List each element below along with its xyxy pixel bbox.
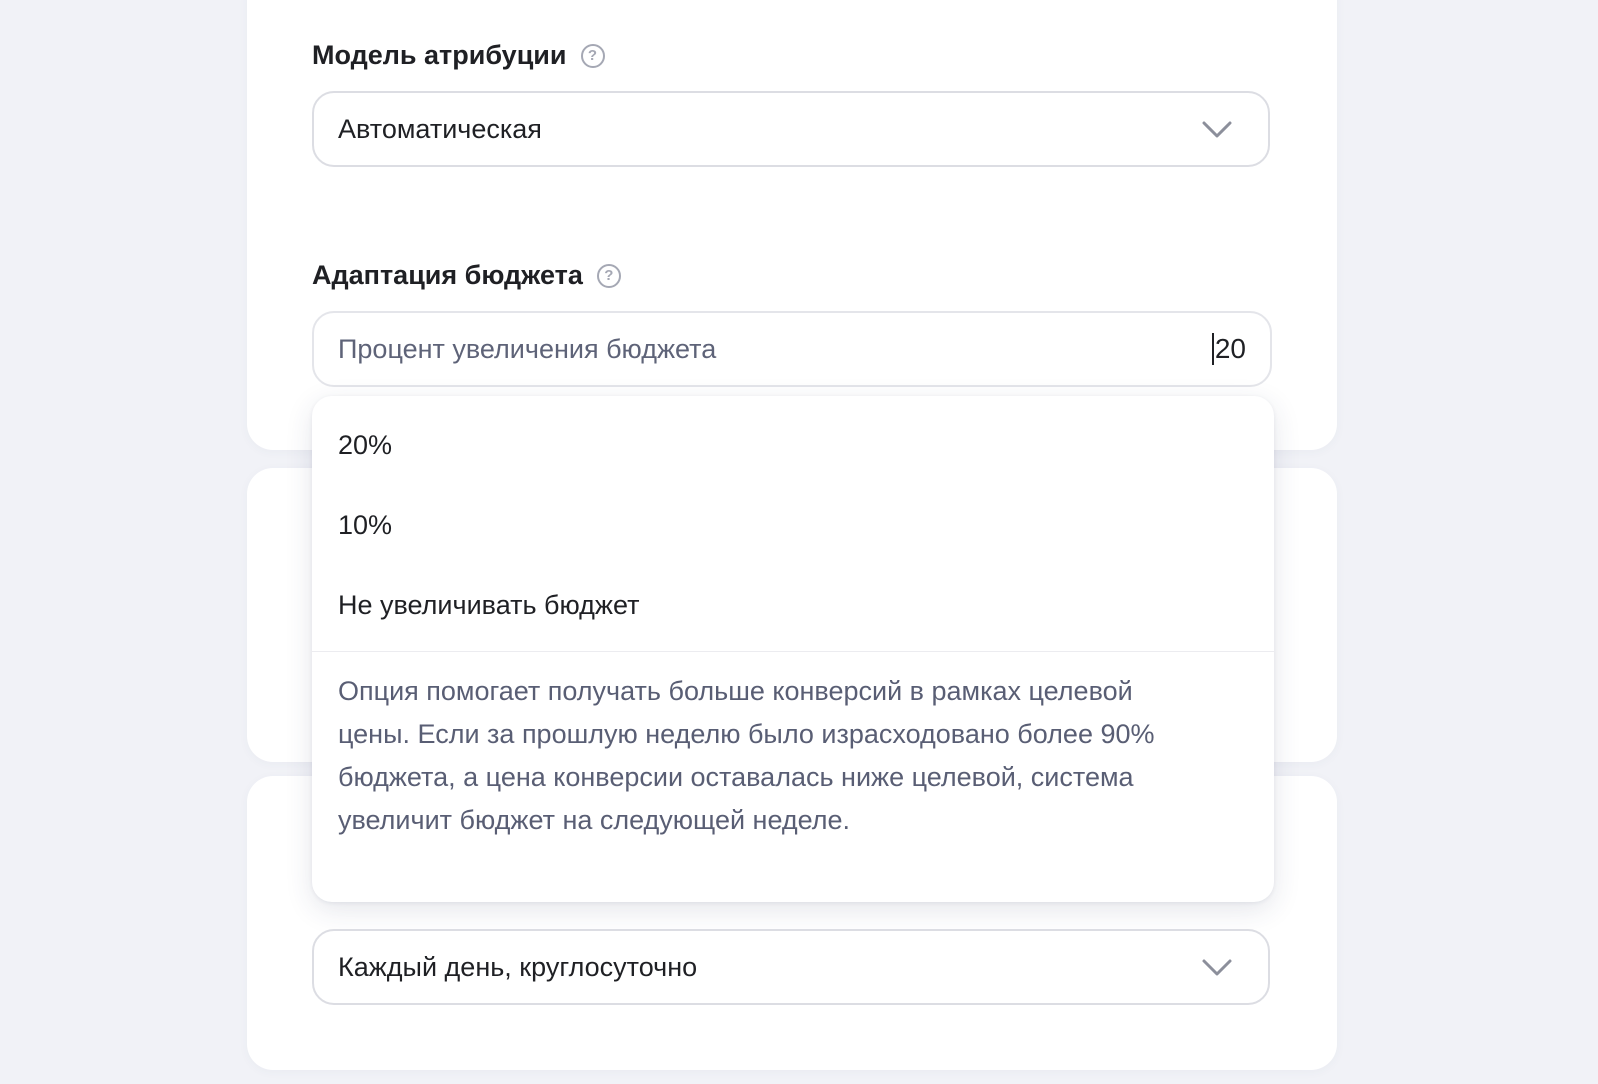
dropdown-options: 20% 10% Не увеличивать бюджет	[312, 396, 1274, 651]
budget-increase-dropdown: 20% 10% Не увеличивать бюджет Опция помо…	[312, 396, 1274, 902]
attribution-model-label: Модель атрибуции ?	[312, 40, 605, 71]
budget-adaptation-title: Адаптация бюджета	[312, 260, 583, 290]
attribution-model-value: Автоматическая	[338, 113, 542, 144]
budget-increase-input[interactable]: Процент увеличения бюджета 20	[312, 311, 1272, 387]
attribution-model-title: Модель атрибуции	[312, 40, 567, 70]
chevron-down-icon	[1202, 959, 1232, 976]
dropdown-option-no-increase[interactable]: Не увеличивать бюджет	[312, 565, 1274, 645]
dropdown-option-10[interactable]: 10%	[312, 485, 1274, 565]
schedule-value: Каждый день, круглосуточно	[338, 951, 698, 982]
chevron-down-icon	[1202, 121, 1232, 138]
question-circle-icon[interactable]: ?	[580, 43, 605, 68]
budget-increase-value[interactable]: 20	[1211, 333, 1246, 365]
dropdown-option-20[interactable]: 20%	[312, 405, 1274, 485]
budget-increase-placeholder: Процент увеличения бюджета	[338, 333, 717, 364]
budget-adaptation-label: Адаптация бюджета ?	[312, 260, 621, 291]
schedule-select[interactable]: Каждый день, круглосуточно	[312, 929, 1270, 1005]
budget-adaptation-hint: Опция помогает получать больше конверсий…	[338, 676, 1155, 835]
attribution-model-select[interactable]: Автоматическая	[312, 91, 1270, 167]
question-circle-icon[interactable]: ?	[596, 263, 621, 288]
